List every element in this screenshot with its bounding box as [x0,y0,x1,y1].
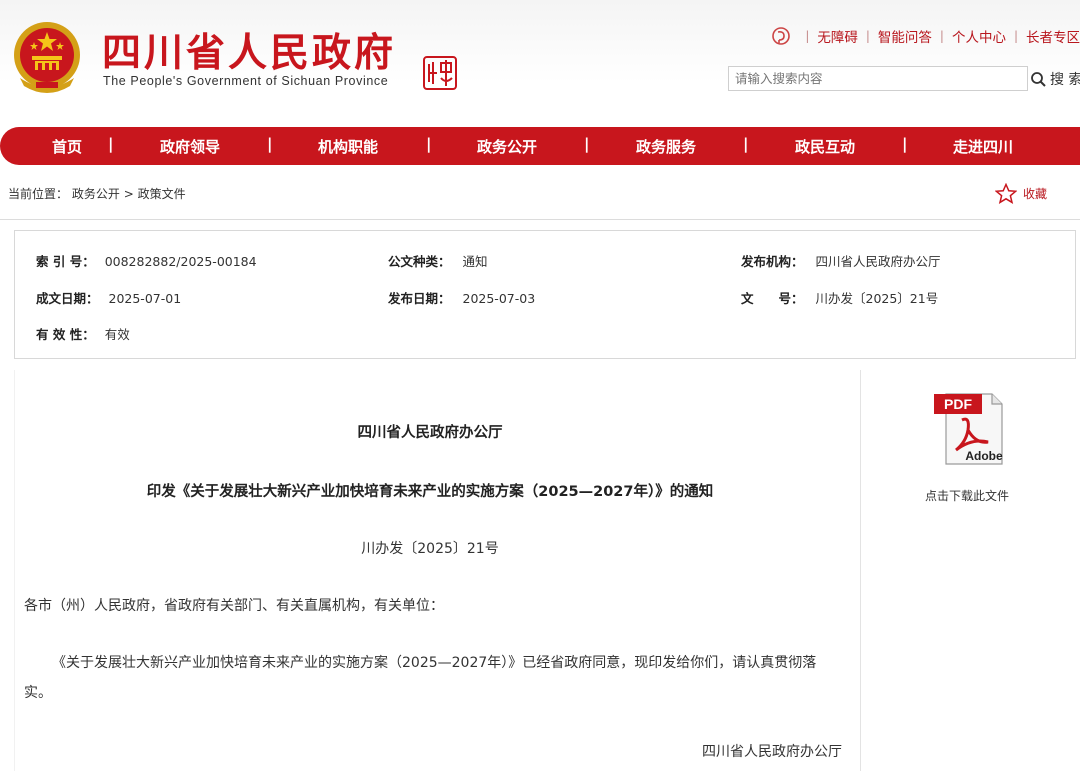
meta-doc-no: 文 号： 川办发〔2025〕21号 [741,288,938,307]
breadcrumb-separator: > [123,187,134,201]
meta-label: 成文日期： [36,291,99,306]
breadcrumb: 当前位置： 政务公开 > 政策文件 [8,185,186,202]
search-icon [1031,71,1046,87]
meta-value: 四川省人民政府办公厅 [815,254,941,269]
meta-written-date: 成文日期： 2025-07-01 [36,288,181,307]
top-links: | 无障碍 | 智能问答 | 个人中心 | 长者专区 [771,26,1080,46]
favorite-button[interactable]: 收藏 [995,183,1047,204]
nav-separator: | [902,135,908,153]
document-recipients: 各市（州）人民政府，省政府有关部门、有关直属机构，有关单位： [24,598,444,614]
meta-label: 文 号： [741,291,804,306]
meta-value: 2025-07-01 [108,291,182,306]
nav-separator: | [108,135,114,153]
top-link-smart-qa[interactable]: 智能问答 [878,26,932,46]
nav-item-interaction[interactable]: 政民互动 [795,136,855,157]
main-nav: 首页 | 政府领导 | 机构职能 | 政务公开 | 政务服务 | 政民互动 | … [0,127,1080,165]
meta-publish-date: 发布日期： 2025-07-03 [388,288,535,307]
meta-label: 发布日期： [388,291,451,306]
nav-item-about-sichuan[interactable]: 走进四川 [953,136,1013,157]
document-signature: 四川省人民政府办公厅 [702,744,842,760]
meta-label: 公文种类： [388,254,451,269]
top-link-personal-center[interactable]: 个人中心 [952,26,1006,46]
pdf-badge-text: PDF [944,396,972,412]
nav-separator: | [267,135,273,153]
document-org: 四川省人民政府办公厅 [357,425,503,441]
china-seal-icon [423,56,457,90]
nav-separator: | [743,135,749,153]
search-button[interactable]: 搜 索 [1030,66,1080,91]
breadcrumb-item-policy-docs[interactable]: 政策文件 [138,187,186,201]
nav-item-gov-affairs[interactable]: 政务公开 [477,136,537,157]
search-input[interactable] [728,66,1028,91]
nav-item-home[interactable]: 首页 [52,136,82,157]
meta-value: 通知 [462,254,488,269]
nav-item-gov-services[interactable]: 政务服务 [636,136,696,157]
nav-item-leaders[interactable]: 政府领导 [160,136,220,157]
meta-value: 2025-07-03 [462,291,536,306]
meta-label: 发布机构： [741,254,804,269]
meta-label: 有 效 性： [36,327,95,342]
content-divider [860,370,861,771]
meta-value: 川办发〔2025〕21号 [815,291,939,306]
document-body: 《关于发展壮大新兴产业加快培育未来产业的实施方案（2025—2027年）》已经省… [24,655,817,701]
site-subtitle: The People's Government of Sichuan Provi… [103,74,389,88]
nav-separator: | [584,135,590,153]
site-title: 四川省人民政府 [102,30,397,76]
meta-validity: 有 效 性： 有效 [36,324,130,343]
download-link[interactable]: 点击下载此文件 [900,487,1034,504]
breadcrumb-item-gov-affairs[interactable]: 政务公开 [72,187,120,201]
top-link-separator: | [805,29,810,43]
national-emblem-icon [14,22,80,93]
weibo-icon[interactable] [771,26,791,46]
meta-publisher: 发布机构： 四川省人民政府办公厅 [741,251,941,270]
meta-doc-type: 公文种类： 通知 [388,251,488,270]
breadcrumb-label: 当前位置： [8,187,69,201]
search-button-label: 搜 索 [1050,71,1080,88]
adobe-brand-text: Adobe [965,449,1003,463]
site-header: 四川省人民政府 The People's Government of Sichu… [0,0,1080,118]
meta-index-no: 索 引 号： 008282882/2025-00184 [36,251,257,270]
document-number: 川办发〔2025〕21号 [361,541,499,557]
top-link-accessibility[interactable]: 无障碍 [817,26,858,46]
document-meta: 索 引 号： 008282882/2025-00184 公文种类： 通知 发布机… [14,230,1076,359]
meta-label: 索 引 号： [36,254,95,269]
document-title: 印发《关于发展壮大新兴产业加快培育未来产业的实施方案（2025—2027年）》的… [146,484,714,500]
nav-item-institutions[interactable]: 机构职能 [318,136,378,157]
meta-value: 有效 [104,327,130,342]
top-link-separator: | [1013,29,1018,43]
meta-value: 008282882/2025-00184 [104,254,257,269]
top-link-separator: | [939,29,944,43]
favorite-label: 收藏 [1023,187,1048,201]
top-link-elderly[interactable]: 长者专区 [1026,26,1080,46]
nav-separator: | [426,135,432,153]
top-link-separator: | [865,29,870,43]
star-icon [995,183,1017,204]
pdf-download-icon[interactable]: PDF Adobe [932,390,1006,466]
divider [0,219,1080,220]
